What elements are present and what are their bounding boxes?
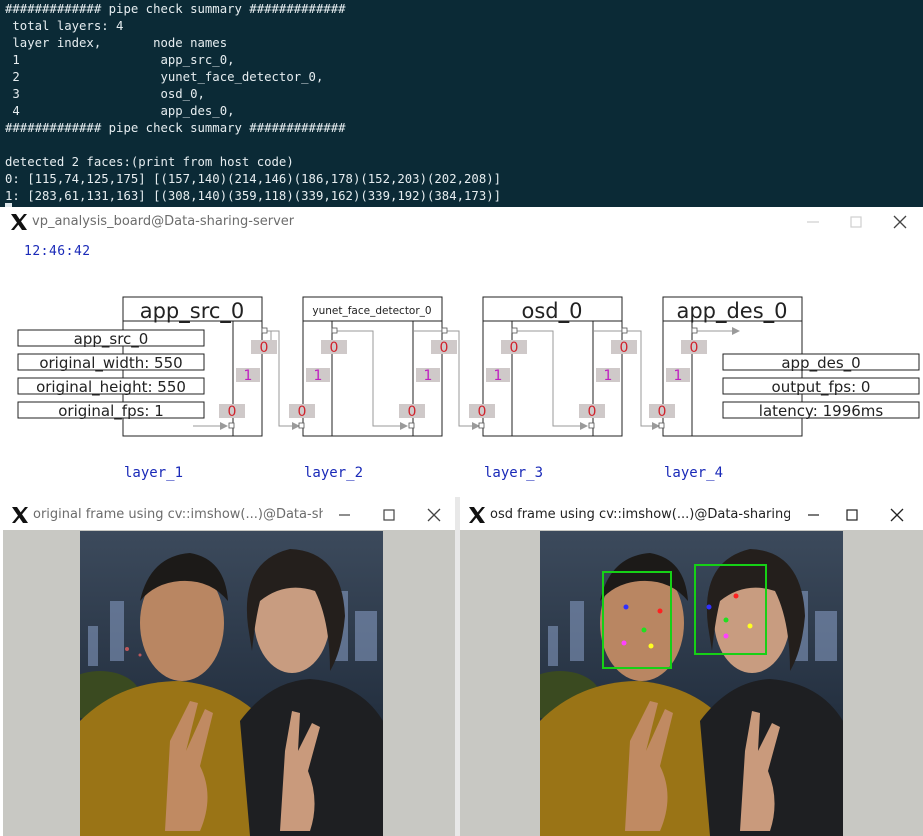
osd-window-titlebar[interactable]: osd frame using cv::imshow(...)@Data-sha… <box>460 500 923 530</box>
svg-text:1: 1 <box>674 368 683 384</box>
terminal-line: ############# pipe check summary #######… <box>5 2 346 16</box>
src-info-panel: app_src_0 original_width: 550 original_h… <box>17 329 205 421</box>
svg-text:1: 1 <box>604 368 613 384</box>
close-icon[interactable] <box>424 505 444 525</box>
analysis-board-window: vp_analysis_board@Data-sharing-server 12… <box>3 207 923 497</box>
svg-text:0: 0 <box>690 340 699 356</box>
port-badge[interactable]: 0 <box>321 340 347 356</box>
svg-text:0: 0 <box>260 340 269 356</box>
x11-logo-icon <box>12 507 28 523</box>
node-title: osd_0 <box>522 299 583 324</box>
des-info-latency: latency: 1996ms <box>759 402 884 420</box>
queue-badge[interactable]: 1 <box>486 368 510 384</box>
svg-text:0: 0 <box>588 404 597 420</box>
original-frame-image <box>80 531 383 836</box>
maximize-icon[interactable] <box>379 505 399 525</box>
original-window-titlebar[interactable]: original frame using cv::imshow(...)@Dat… <box>3 500 455 530</box>
port-badge[interactable]: 0 <box>501 340 527 356</box>
terminal-line: layer index, node names <box>5 36 228 50</box>
svg-text:0: 0 <box>408 404 417 420</box>
original-frame-window: original frame using cv::imshow(...)@Dat… <box>3 500 455 836</box>
port-badge[interactable]: 0 <box>251 340 277 356</box>
queue-badge[interactable]: 1 <box>416 368 440 384</box>
svg-text:1: 1 <box>244 368 253 384</box>
osd-frame-image <box>540 531 843 836</box>
port-badge[interactable]: 0 <box>611 340 637 356</box>
osd-frame-window: osd frame using cv::imshow(...)@Data-sha… <box>460 500 923 836</box>
src-info-height: original_height: 550 <box>36 378 186 397</box>
maximize-icon[interactable] <box>842 505 862 525</box>
queue-badge[interactable]: 1 <box>666 368 690 384</box>
src-info-fps: original_fps: 1 <box>58 402 164 421</box>
terminal-line: 2 yunet_face_detector_0, <box>5 70 324 84</box>
queue-badge[interactable]: 1 <box>236 368 260 384</box>
port-badge[interactable]: 0 <box>649 404 675 420</box>
layer-label: layer_4 <box>664 465 723 481</box>
svg-text:0: 0 <box>510 340 519 356</box>
port-badge[interactable]: 0 <box>579 404 605 420</box>
port-badge[interactable]: 0 <box>219 404 245 420</box>
layer-label: layer_2 <box>304 465 363 481</box>
minimize-icon[interactable] <box>335 505 355 525</box>
svg-text:0: 0 <box>440 340 449 356</box>
terminal-line: total layers: 4 <box>5 19 124 33</box>
queue-badge[interactable]: 1 <box>306 368 330 384</box>
terminal-line: ############# pipe check summary #######… <box>5 121 346 135</box>
svg-text:1: 1 <box>314 368 323 384</box>
terminal-line: 4 app_des_0, <box>5 104 235 118</box>
svg-text:0: 0 <box>228 404 237 420</box>
port-badge[interactable]: 0 <box>681 340 707 356</box>
minimize-icon[interactable] <box>804 505 824 525</box>
queue-badge[interactable]: 1 <box>596 368 620 384</box>
svg-text:1: 1 <box>494 368 503 384</box>
svg-text:0: 0 <box>620 340 629 356</box>
terminal-line: 1 app_src_0, <box>5 53 235 67</box>
node-title: app_src_0 <box>140 299 245 324</box>
port-badge[interactable]: 0 <box>431 340 457 356</box>
close-icon[interactable] <box>887 505 907 525</box>
port-badge[interactable]: 0 <box>469 404 495 420</box>
terminal-line: detected 2 faces:(print from host code) <box>5 155 294 169</box>
des-info-name: app_des_0 <box>781 354 860 373</box>
port-badge[interactable]: 0 <box>399 404 425 420</box>
node-title: yunet_face_detector_0 <box>312 305 431 317</box>
terminal-output: ############# pipe check summary #######… <box>0 0 923 207</box>
src-info-width: original_width: 550 <box>39 354 182 373</box>
port-badge[interactable]: 0 <box>289 404 315 420</box>
layer-label: layer_1 <box>124 465 183 481</box>
des-info-panel: app_des_0 output_fps: 0 latency: 1996ms <box>722 353 920 420</box>
svg-text:0: 0 <box>658 404 667 420</box>
svg-text:0: 0 <box>298 404 307 420</box>
terminal-line: 3 osd_0, <box>5 87 205 101</box>
photo-two-people-face-boxes <box>540 531 843 836</box>
svg-text:0: 0 <box>478 404 487 420</box>
svg-text:1: 1 <box>424 368 433 384</box>
layer-label: layer_3 <box>484 465 543 481</box>
svg-text:0: 0 <box>330 340 339 356</box>
terminal-line: 0: [115,74,125,175] [(157,140)(214,146)(… <box>5 172 502 186</box>
des-info-fps: output_fps: 0 <box>772 378 871 397</box>
original-window-title: original frame using cv::imshow(...)@Dat… <box>33 507 323 522</box>
osd-window-title: osd frame using cv::imshow(...)@Data-sha… <box>490 507 790 522</box>
pipeline-graph: app_src_0 yunet_face_detector_0 osd_0 ap… <box>17 296 920 481</box>
src-info-name: app_src_0 <box>74 330 149 349</box>
node-title: app_des_0 <box>676 299 787 324</box>
x11-logo-icon <box>469 507 485 523</box>
photo-two-people-peace-sign <box>80 531 383 836</box>
terminal-line: 1: [283,61,131,163] [(308,140)(359,118)(… <box>5 189 502 203</box>
